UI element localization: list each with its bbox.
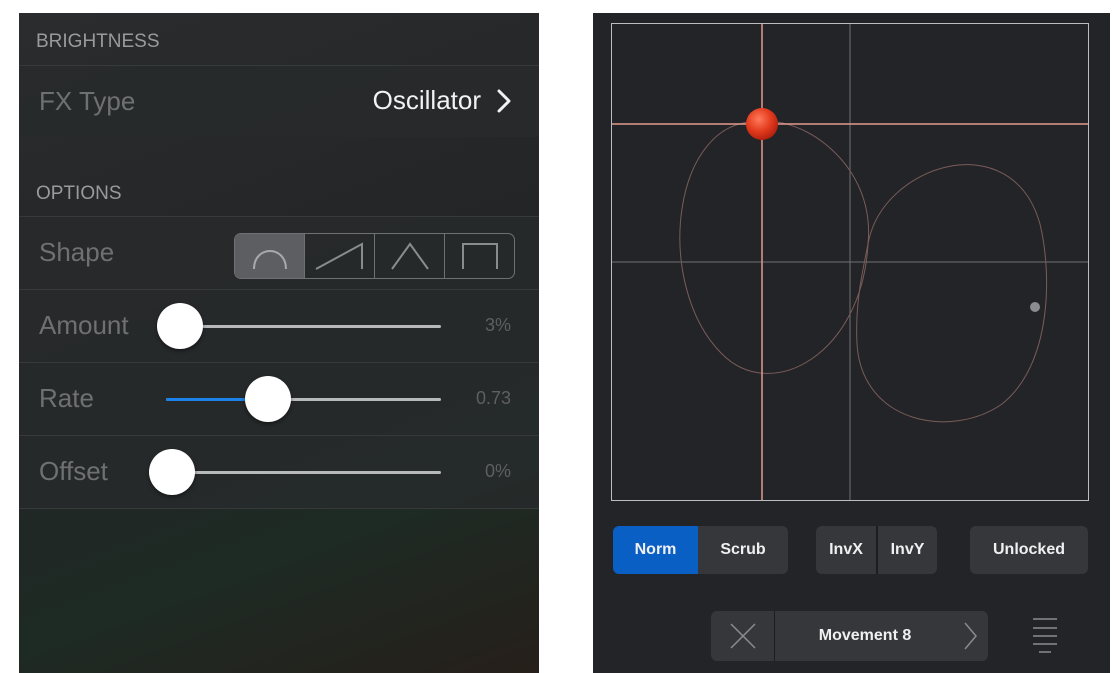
amount-slider[interactable] bbox=[166, 325, 441, 328]
close-icon bbox=[729, 623, 756, 649]
amount-value: 3% bbox=[484, 315, 511, 335]
rate-value: 0.73 bbox=[475, 388, 511, 408]
menu-button[interactable] bbox=[1025, 615, 1065, 657]
shape-label: Shape bbox=[39, 237, 115, 267]
chevron-right-icon bbox=[497, 89, 511, 113]
xy-pad-canvas bbox=[612, 24, 1088, 500]
scrub-mode-button[interactable]: Scrub bbox=[698, 526, 788, 574]
movement-path-left-loop bbox=[679, 121, 870, 374]
arch-shape-icon bbox=[252, 250, 287, 270]
fx-type-value: Oscillator bbox=[372, 85, 481, 115]
amount-slider-thumb[interactable] bbox=[157, 303, 204, 349]
shape-row: Shape bbox=[19, 216, 539, 289]
movement-xy-panel: Norm Scrub InvX InvY Unlocked Movement 8 bbox=[593, 13, 1110, 673]
movement-selector: Movement 8 bbox=[711, 611, 988, 661]
fx-type-label: FX Type bbox=[39, 86, 136, 116]
offset-value: 0% bbox=[484, 461, 511, 481]
clear-movement-button[interactable] bbox=[711, 611, 774, 661]
menu-icon bbox=[1033, 618, 1057, 653]
shape-square-button[interactable] bbox=[445, 234, 514, 278]
norm-mode-button[interactable]: Norm bbox=[613, 526, 698, 574]
fx-type-row[interactable]: FX Type Oscillator bbox=[19, 65, 539, 137]
shape-triangle-button[interactable] bbox=[375, 234, 445, 278]
invert-x-button[interactable]: InvX bbox=[816, 526, 876, 574]
path-end-point bbox=[1030, 302, 1040, 312]
lock-toggle-button[interactable]: Unlocked bbox=[970, 526, 1088, 574]
rate-row: Rate 0.73 bbox=[19, 362, 539, 435]
shape-ramp-button[interactable] bbox=[305, 234, 375, 278]
brightness-settings-panel: BRIGHTNESS FX Type Oscillator OPTIONS Sh… bbox=[19, 13, 539, 673]
movement-name[interactable]: Movement 8 bbox=[775, 611, 955, 661]
offset-slider[interactable] bbox=[166, 471, 441, 474]
xy-pad[interactable] bbox=[611, 23, 1089, 501]
ramp-shape-icon bbox=[315, 242, 363, 270]
movement-path-right-loop bbox=[856, 164, 1048, 423]
shape-segmented-control bbox=[234, 233, 515, 279]
brightness-section-header: BRIGHTNESS bbox=[36, 31, 160, 52]
chevron-right-icon bbox=[963, 622, 977, 650]
offset-row: Offset 0% bbox=[19, 435, 539, 509]
next-movement-button[interactable] bbox=[951, 611, 988, 661]
amount-row: Amount 3% bbox=[19, 289, 539, 362]
xy-cursor-ball[interactable] bbox=[746, 108, 778, 140]
square-shape-icon bbox=[461, 243, 498, 269]
amount-label: Amount bbox=[39, 310, 129, 340]
rate-slider[interactable] bbox=[166, 398, 441, 401]
rate-slider-thumb[interactable] bbox=[245, 376, 292, 422]
offset-label: Offset bbox=[39, 456, 108, 486]
shape-arch-button[interactable] bbox=[235, 234, 305, 278]
invert-y-button[interactable]: InvY bbox=[876, 526, 937, 574]
rate-label: Rate bbox=[39, 383, 94, 413]
options-section-header: OPTIONS bbox=[36, 183, 122, 204]
offset-slider-thumb[interactable] bbox=[149, 449, 195, 495]
triangle-shape-icon bbox=[390, 242, 429, 270]
